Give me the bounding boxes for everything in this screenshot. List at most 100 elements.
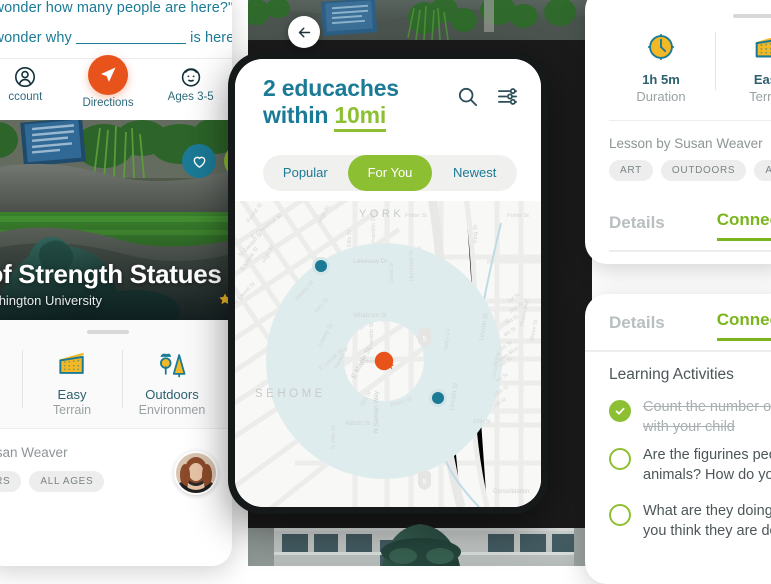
svg-text:King St: King St: [473, 225, 479, 243]
phone-screen: 2 educaches within 10mi Popular For You …: [235, 59, 541, 507]
sort-segmented-control: Popular For You Newest: [263, 155, 517, 191]
chip-art[interactable]: ART: [609, 160, 653, 181]
tab-directions-label: Directions: [82, 97, 134, 109]
tab-details[interactable]: Details: [609, 313, 665, 341]
card-tabs: Details Connect: [609, 310, 771, 341]
activity-item[interactable]: Are the figurines people or animals? How…: [609, 446, 771, 485]
tab-connect[interactable]: Connect: [716, 310, 771, 341]
wonder-questions-block: "I wonder how many people are here?" "I …: [0, 0, 232, 58]
results-radius[interactable]: 10mi: [334, 101, 386, 132]
wonder-question-2-prefix: "I wonder why: [0, 30, 72, 46]
tab-underline: [609, 250, 771, 252]
checkbox-circle-icon[interactable]: [609, 448, 631, 470]
tab-details[interactable]: Details: [609, 213, 665, 241]
lesson-author: n by Susan Weaver: [0, 445, 68, 460]
wonder-question-2: "I wonder why is here?": [0, 30, 232, 46]
stat-terrain-label: Terrain: [749, 89, 771, 104]
checkbox-circle-icon[interactable]: [609, 504, 631, 526]
activity-text: Count the number of figurines with your …: [643, 399, 771, 435]
activity-text: Are the figurines people or animals? How…: [643, 447, 771, 483]
svg-text:SEHOME: SEHOME: [255, 388, 326, 400]
chip-outdoors[interactable]: OUTDOORS: [0, 471, 22, 492]
fill-in-blank: [76, 30, 187, 44]
svg-text:Abbott St: Abbott St: [345, 421, 370, 427]
card-tabs: Details Connect: [609, 210, 771, 241]
svg-text:Grant St: Grant St: [389, 262, 395, 283]
stat-environment-value: Outdoors: [145, 387, 199, 402]
lesson-summary-card: 1h 5m Duration Ea Terr Lesson by Susan W…: [585, 0, 771, 264]
tab-ages[interactable]: Ages 3-5: [149, 65, 232, 103]
back-button[interactable]: [288, 16, 320, 48]
learning-activities-card: Details Connect Learning Activities Coun…: [585, 294, 771, 584]
author-avatar[interactable]: [174, 451, 218, 495]
stat-terrain: Easy Terrain: [715, 26, 771, 104]
stat-duration-value: m: [0, 387, 22, 402]
svg-text:Humboldt St: Humboldt St: [409, 250, 415, 281]
chip-all-ages[interactable]: ALL AGES: [29, 471, 105, 492]
stat-duration-label: on: [0, 403, 22, 417]
hero-image: ts of Strength Statues rn Washington Uni…: [0, 120, 232, 320]
wonder-question-1: "I wonder how many people are here?": [0, 0, 232, 16]
stat-terrain-label: Terrain: [52, 403, 92, 417]
svg-text:Potter St: Potter St: [405, 213, 427, 219]
svg-text:Ellis St: Ellis St: [347, 229, 353, 247]
segment-newest[interactable]: Newest: [432, 155, 517, 191]
stat-duration: m on: [0, 344, 22, 417]
phone-header: 2 educaches within 10mi: [235, 59, 541, 169]
svg-text:YORK: YORK: [359, 208, 404, 220]
directions-fab[interactable]: [88, 55, 128, 95]
svg-text:5: 5: [423, 479, 427, 486]
lesson-author: Lesson by Susan Weaver: [609, 136, 763, 151]
activity-item[interactable]: Count the number of figurines with your …: [609, 398, 771, 437]
svg-text:12th St: 12th St: [473, 419, 491, 425]
segment-popular[interactable]: Popular: [263, 155, 348, 191]
phone-mockup: 2 educaches within 10mi Popular For You …: [228, 52, 548, 514]
tab-ages-label: Ages 3-5: [167, 91, 214, 103]
segment-for-you[interactable]: For You: [347, 155, 433, 191]
section-title: Learning Activities: [609, 366, 734, 383]
svg-text:Franklin St: Franklin St: [371, 216, 377, 243]
screenshot-root: "I wonder how many people are here?" "I …: [0, 0, 771, 584]
results-within: within: [263, 101, 335, 128]
results-heading: 2 educaches within 10mi: [263, 75, 399, 132]
educache-detail-card: "I wonder how many people are here?" "I …: [0, 0, 232, 566]
back-arrow-icon: [298, 27, 310, 37]
header-icons: [456, 85, 519, 108]
stat-duration-value: 1h 5m: [642, 72, 680, 87]
svg-text:N Samish Way: N Samish Way: [373, 390, 380, 433]
sheet-grabber[interactable]: [733, 14, 771, 18]
map-marker-cache-2: [429, 389, 447, 407]
wonder-question-2-suffix: is here?": [190, 30, 232, 46]
map-view[interactable]: YORK SEHOME Potter St Potter St Ellis St…: [235, 201, 541, 507]
stat-duration-label: Duration: [636, 89, 686, 104]
stat-terrain: Easy Terrain: [22, 344, 122, 417]
svg-text:Potter St: Potter St: [507, 213, 529, 219]
svg-text:Consolidation: Consolidation: [493, 489, 529, 495]
check-circle-icon[interactable]: [609, 400, 631, 422]
svg-text:Franklin St: Franklin St: [369, 322, 375, 349]
lesson-stats: 1h 5m Duration Ea Terr: [607, 26, 771, 104]
educache-location: rn Washington University: [0, 293, 103, 308]
terrain-icon: [715, 26, 771, 68]
tab-directions[interactable]: Directions: [67, 55, 150, 109]
favorite-button[interactable]: [182, 144, 216, 178]
clock-icon: [0, 344, 22, 384]
map-marker-cache-1: [312, 257, 330, 275]
stat-environment: Outdoors Environmen: [122, 344, 222, 417]
map-canvas: YORK SEHOME Potter St Potter St Ellis St…: [235, 201, 541, 507]
filter-sliders-icon[interactable]: [496, 85, 519, 108]
terrain-icon: [22, 344, 122, 384]
search-icon[interactable]: [456, 85, 479, 108]
sheet-grabber[interactable]: [87, 330, 129, 334]
activity-item[interactable]: What are they doing? Why do you think th…: [609, 502, 771, 541]
check-icon: [615, 407, 625, 415]
stat-terrain-value: Easy: [753, 72, 771, 87]
heart-icon: [193, 156, 205, 168]
tab-connect[interactable]: Connect: [716, 210, 771, 241]
tab-account-label: ccount: [8, 91, 43, 103]
chip-all-ages[interactable]: ALL AGES: [754, 160, 771, 181]
stat-duration: 1h 5m Duration: [607, 26, 715, 104]
chip-outdoors[interactable]: OUTDOORS: [660, 160, 747, 181]
tab-account[interactable]: ccount: [0, 65, 67, 103]
avatar-photo: [176, 453, 216, 493]
